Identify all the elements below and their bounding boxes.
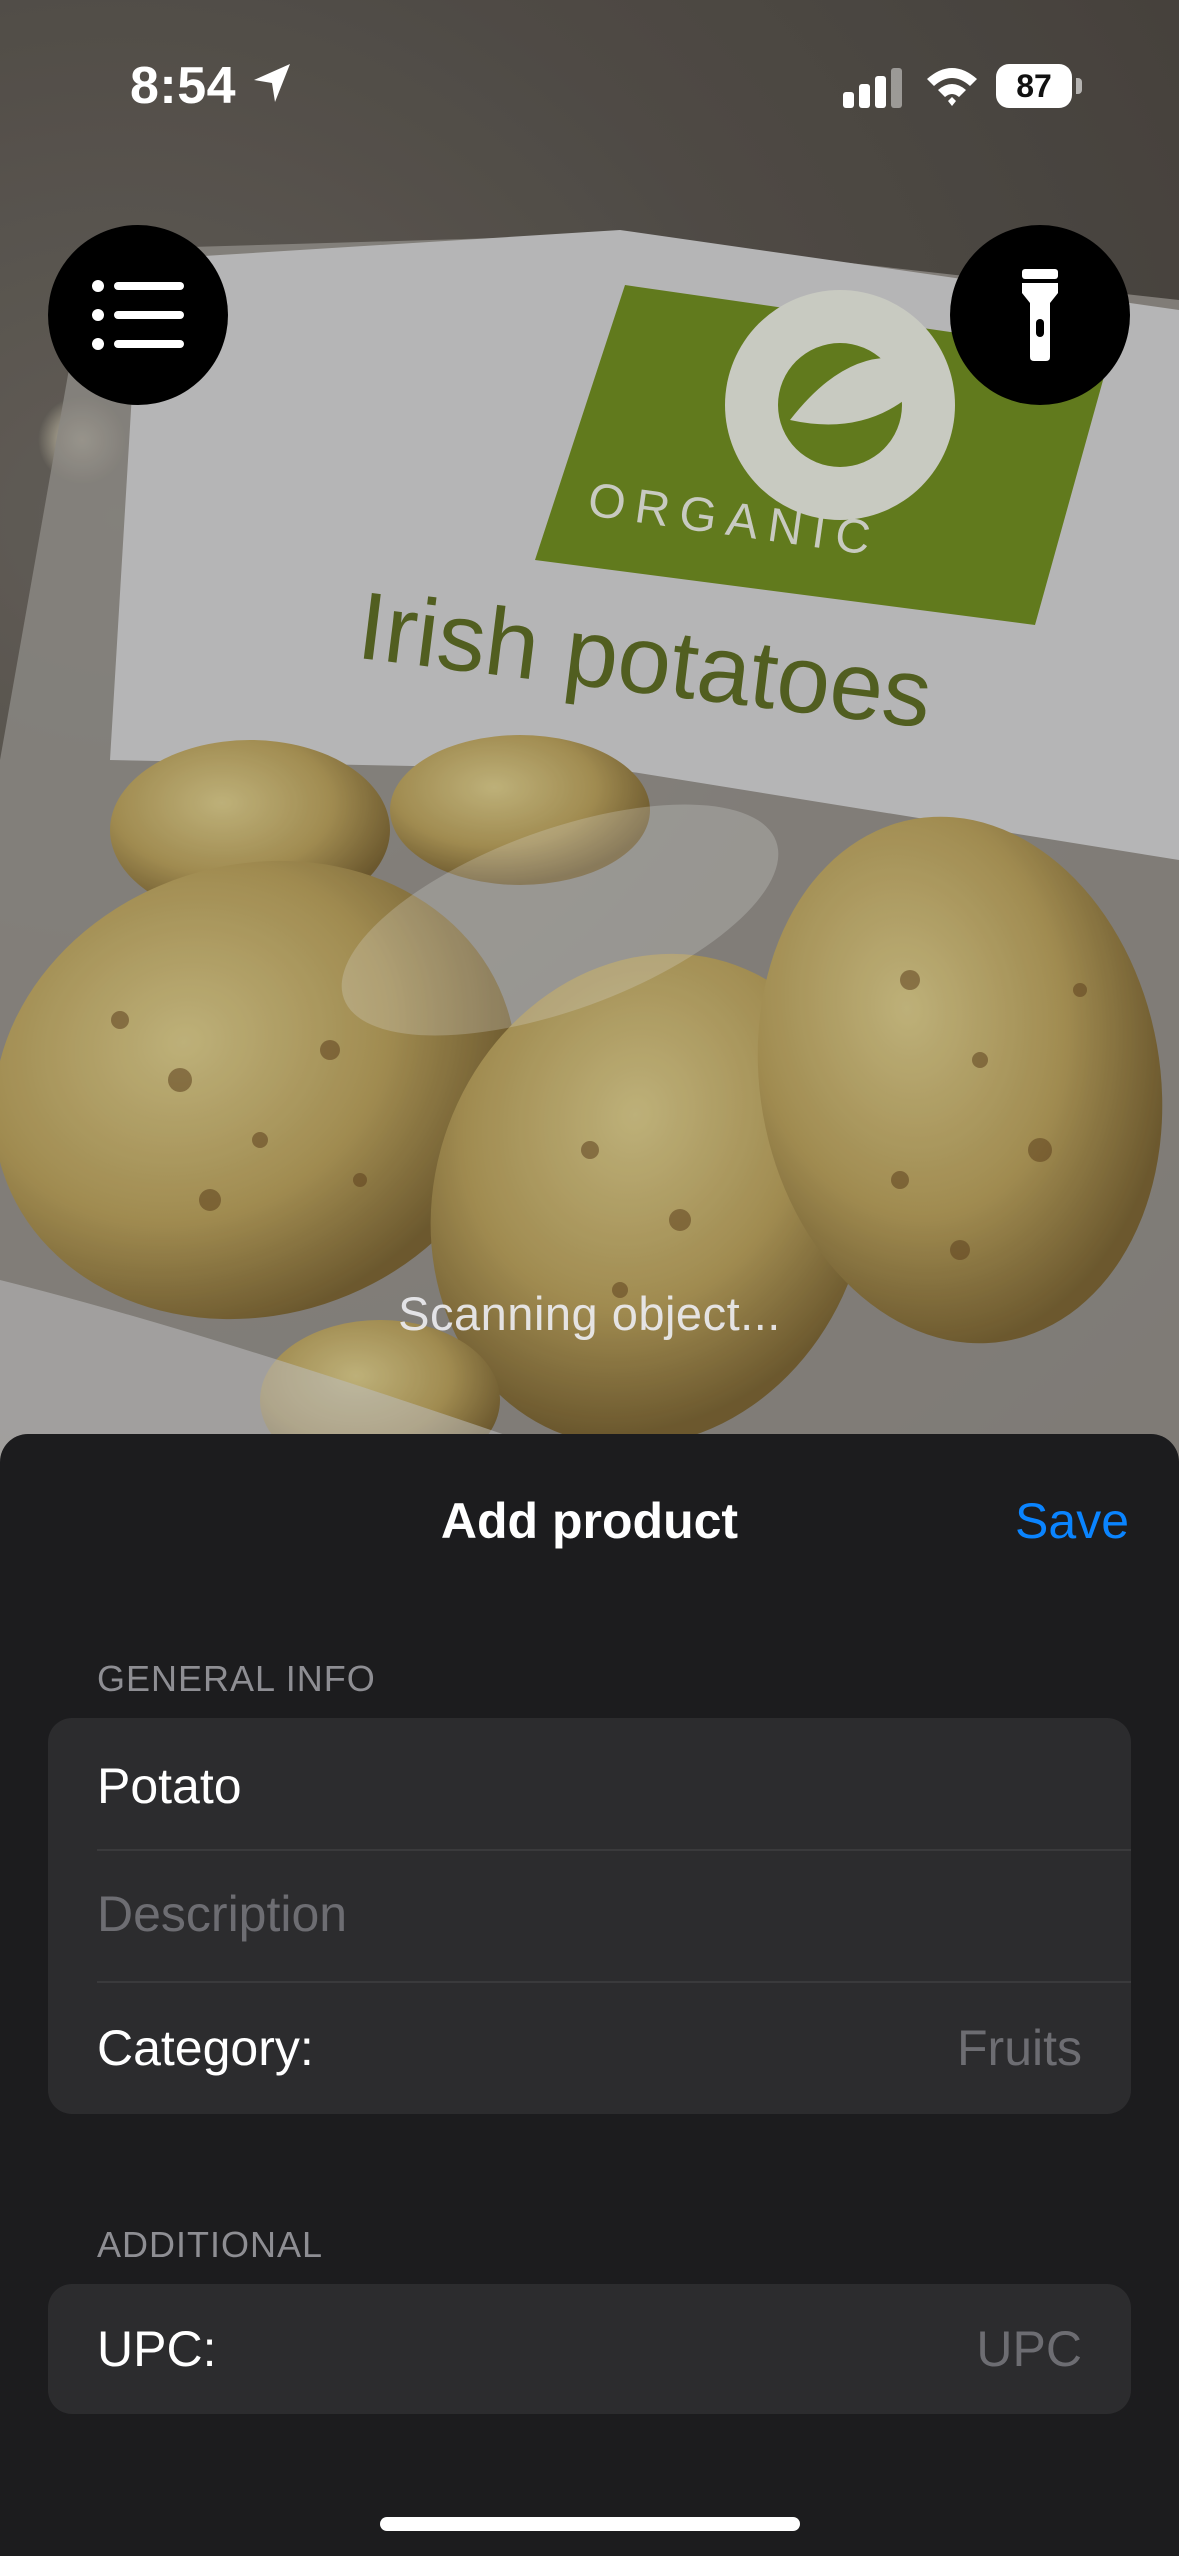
flashlight-button[interactable]: [950, 225, 1130, 405]
list-icon: [92, 280, 184, 350]
separator: [97, 1981, 1131, 1983]
battery-cap: [1076, 78, 1082, 94]
save-button[interactable]: Save: [1015, 1492, 1129, 1550]
battery-icon: 87: [996, 64, 1072, 108]
general-info-header: GENERAL INFO: [97, 1658, 376, 1699]
name-field[interactable]: Potato: [97, 1756, 1082, 1816]
category-label: Category:: [97, 2020, 314, 2076]
category-picker[interactable]: Category: Fruits: [97, 2018, 1082, 2078]
status-time: 8:54: [130, 57, 237, 115]
flashlight-icon: [1022, 269, 1058, 361]
battery-level: 87: [1016, 68, 1052, 104]
location-arrow-icon: [254, 64, 290, 102]
camera-dim-overlay: [0, 0, 1179, 1480]
upc-placeholder: UPC: [976, 2321, 1082, 2377]
scanning-status-text: Scanning object...: [398, 1287, 781, 1340]
category-value: Fruits: [957, 2020, 1082, 2076]
description-placeholder: Description: [97, 1886, 348, 1942]
upc-field[interactable]: UPC: UPC: [97, 2319, 1082, 2379]
home-indicator[interactable]: [380, 2517, 800, 2531]
additional-header: ADDITIONAL: [97, 2224, 324, 2265]
camera-preview: ORGANIC Irish potatoes Scanning object..…: [0, 0, 1179, 1480]
description-field[interactable]: Description: [97, 1884, 1082, 1944]
upc-label: UPC:: [97, 2321, 217, 2377]
sheet-title: Add product: [440, 1493, 739, 1549]
general-info-group: Potato Description Category: Fruits: [48, 1718, 1131, 2114]
separator: [97, 1849, 1131, 1851]
name-value: Potato: [97, 1758, 242, 1814]
additional-group: UPC: UPC: [48, 2284, 1131, 2414]
menu-button[interactable]: [48, 225, 228, 405]
cellular-signal-icon: [843, 68, 902, 108]
wifi-icon: [927, 68, 977, 106]
